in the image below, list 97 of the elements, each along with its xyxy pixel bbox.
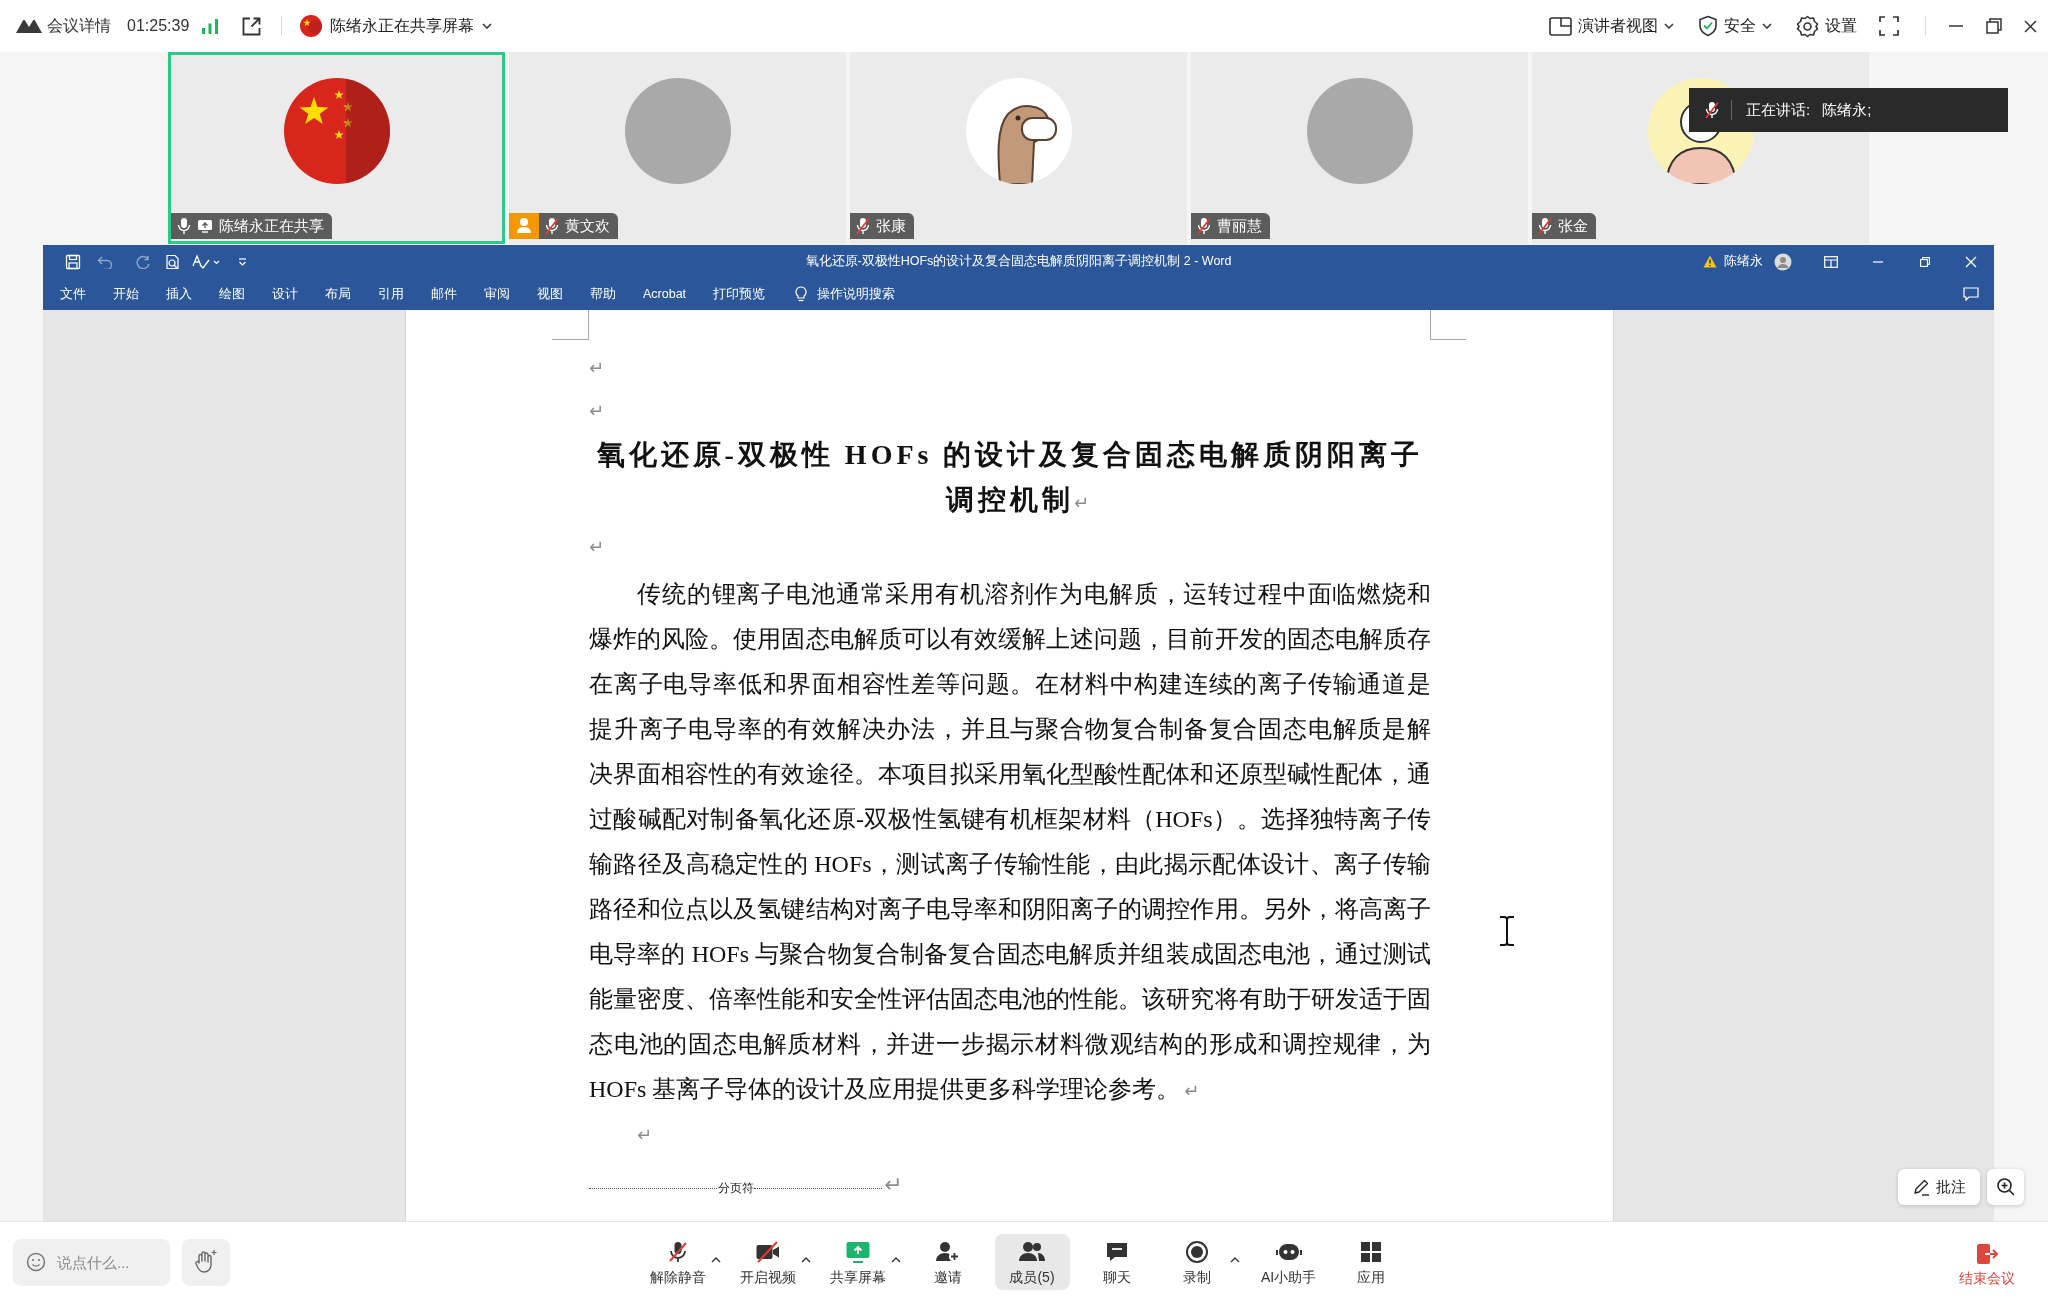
camera-off-icon bbox=[754, 1240, 781, 1264]
toolbar-button[interactable]: 开启视频 bbox=[734, 1234, 801, 1290]
ribbon-tab[interactable]: 视图 bbox=[537, 284, 563, 304]
presenter-view-button[interactable]: 演讲者视图 bbox=[1549, 15, 1674, 37]
ribbon-tab[interactable]: Acrobat bbox=[643, 284, 687, 304]
toolbar-button[interactable]: 邀请 bbox=[914, 1234, 981, 1290]
ribbon-display-icon[interactable] bbox=[1824, 255, 1838, 268]
pen-icon bbox=[1912, 1178, 1930, 1196]
ribbon-tab[interactable]: 文件 bbox=[60, 284, 86, 304]
ribbon-tab[interactable]: 打印预览 bbox=[713, 284, 766, 304]
chat-icon bbox=[1104, 1240, 1129, 1264]
external-link-icon[interactable] bbox=[241, 15, 263, 37]
presenter-view-icon bbox=[1549, 15, 1572, 37]
spell-check-icon[interactable] bbox=[192, 253, 220, 270]
zoom-in-icon[interactable] bbox=[1995, 1177, 2016, 1197]
paragraph-mark: ↵ bbox=[884, 1172, 903, 1197]
toolbar-button[interactable]: 应用 bbox=[1337, 1234, 1404, 1290]
close-icon[interactable] bbox=[2024, 19, 2037, 33]
caret-up-icon[interactable] bbox=[890, 1257, 901, 1263]
exit-icon bbox=[1976, 1242, 1998, 1265]
participant-name: 曹丽慧 bbox=[1217, 216, 1262, 236]
participant-name: 陈绪永正在共享 bbox=[219, 216, 324, 236]
ribbon-tab[interactable]: 设计 bbox=[272, 284, 298, 304]
signal-icon bbox=[201, 18, 220, 34]
screen-share-icon bbox=[844, 1240, 871, 1264]
account-button[interactable]: 陈绪永 bbox=[1724, 252, 1792, 271]
end-meeting-button[interactable]: 结束会议 bbox=[1959, 1236, 2015, 1288]
comment-icon[interactable] bbox=[1963, 287, 1979, 301]
window-title: 氧化还原-双极性HOFs的设计及复合固态电解质阴阳离子调控机制 2 - Word bbox=[805, 253, 1232, 270]
lightbulb-icon bbox=[795, 286, 808, 302]
print-preview-icon[interactable] bbox=[165, 253, 181, 270]
document-title: 氧化还原-双极性 HOFs 的设计及复合固态电解质阴阳离子 调控机制↵ bbox=[595, 438, 1425, 517]
toolbar-button[interactable]: 成员(5) bbox=[994, 1234, 1070, 1290]
ribbon-tab[interactable]: 审阅 bbox=[484, 284, 510, 304]
restore-icon[interactable] bbox=[1920, 256, 1930, 267]
participant-tile[interactable]: 张康 bbox=[850, 52, 1187, 244]
participant-tile[interactable]: 陈绪永正在共享 bbox=[168, 52, 505, 244]
body-paragraph: 传统的锂离子电池通常采用有机溶剂作为电解质，运转过程中面临燃烧和 爆炸的风险。使用固态电解质可以有效缓解上述问题，目前开发的固态电解质存 在离子电导率低和界面相容性差等问题。在材料中构建连续的离子传输通道是 提升离子电导率的有效解决办法，并且与聚合物复合制备复合固态电解质是解 决界面相容性的有效途径。本项目拟采用氧化型酸性配体和还原型碱性配体，通 过酸碱配对制备氧化还原-双极性氢键有机框架材料（HOFs）。选择独特离子传 输路径及高稳定性的 HOFs，测试离子传输性能，由此揭示配体设计、离子传输 路径和位点以及氢键结构对离子电导率和阴阳离子的调控作用。另外，将高离子 电导率的 HOFs 与聚合物复合制备复合固态电解质并组装成固态电池，通过测试 能量密度、倍率性能和安全性评估固态电池的性能。该研究将有助于研发适于固 态电池的固态电解质材料，并进一步揭示材料微观结构的形成和调控规律，为 HOFs 基离子导体的设计及应用提供更多科学理论参考。 ↵ bbox=[589, 580, 1431, 1104]
undo-icon[interactable] bbox=[97, 254, 113, 269]
security-button[interactable]: 安全 bbox=[1698, 15, 1772, 37]
shield-icon bbox=[1698, 15, 1718, 37]
flag-avatar-icon bbox=[300, 15, 323, 37]
caret-up-icon[interactable] bbox=[1229, 1257, 1240, 1263]
paragraph-mark: ↵ bbox=[589, 400, 605, 421]
logo-icon bbox=[15, 17, 43, 35]
ribbon-tab[interactable]: 开始 bbox=[113, 284, 139, 304]
participant-name: 张金 bbox=[1558, 216, 1588, 236]
toolbar-button[interactable]: 录制 bbox=[1163, 1234, 1230, 1290]
ribbon-tab[interactable]: 插入 bbox=[166, 284, 192, 304]
speaking-label: 正在讲话: bbox=[1746, 100, 1811, 120]
hand-icon bbox=[194, 1249, 218, 1275]
settings-button[interactable]: 设置 bbox=[1796, 14, 1857, 38]
page-break-label: 分页符 bbox=[717, 1180, 754, 1197]
user-avatar-icon bbox=[1774, 252, 1792, 271]
record-icon bbox=[1184, 1240, 1209, 1264]
participant-tile[interactable]: 黄文欢 bbox=[509, 52, 846, 244]
text-cursor-icon bbox=[1498, 915, 1516, 947]
chat-input-field[interactable]: 说点什么... bbox=[13, 1238, 170, 1286]
ribbon-tab[interactable]: 绘图 bbox=[219, 284, 245, 304]
crop-mark bbox=[552, 310, 589, 340]
paragraph-mark: ↵ bbox=[637, 1124, 653, 1145]
caret-up-icon[interactable] bbox=[710, 1257, 721, 1263]
toolbar-button[interactable]: 聊天 bbox=[1083, 1234, 1150, 1290]
people-icon bbox=[1018, 1240, 1046, 1264]
sharer-dropdown[interactable]: 陈绪永正在共享屏幕 bbox=[300, 15, 493, 37]
smiley-icon bbox=[26, 1251, 46, 1272]
fullscreen-icon[interactable] bbox=[1879, 16, 1899, 36]
add-person-icon bbox=[934, 1240, 961, 1264]
customize-icon[interactable] bbox=[238, 256, 247, 267]
participant-name: 黄文欢 bbox=[565, 216, 610, 236]
crop-mark bbox=[1430, 310, 1466, 340]
speaker-names: 陈绪永; bbox=[1822, 100, 1872, 120]
search-field[interactable]: 操作说明搜索 bbox=[817, 284, 898, 304]
ribbon-tab[interactable]: 帮助 bbox=[590, 284, 616, 304]
restore-icon[interactable] bbox=[1986, 18, 2002, 34]
caret-up-icon[interactable] bbox=[800, 1257, 811, 1263]
paragraph-mark: ↵ bbox=[589, 536, 605, 557]
raise-hand-button[interactable] bbox=[182, 1238, 230, 1286]
settings-icon bbox=[1796, 14, 1819, 38]
meeting-info-button[interactable]: 会议详情 bbox=[15, 15, 111, 37]
ribbon-tab[interactable]: 邮件 bbox=[431, 284, 457, 304]
participant-name: 张康 bbox=[876, 216, 906, 236]
save-icon[interactable] bbox=[65, 253, 81, 270]
meeting-timer: 01:25:39 bbox=[127, 17, 190, 35]
toolbar-button[interactable]: 解除静音 bbox=[644, 1234, 711, 1290]
warning-icon bbox=[1703, 255, 1717, 268]
toolbar-button[interactable]: AI小助手 bbox=[1253, 1234, 1324, 1290]
ribbon-tab[interactable]: 引用 bbox=[378, 284, 404, 304]
chevron-down-icon bbox=[482, 23, 493, 29]
toolbar-button[interactable]: 共享屏幕 bbox=[824, 1234, 891, 1290]
apps-icon bbox=[1358, 1240, 1383, 1264]
annotate-button[interactable]: 批注 bbox=[1898, 1169, 1980, 1205]
paragraph-mark: ↵ bbox=[589, 357, 605, 378]
redo-icon[interactable] bbox=[135, 254, 151, 269]
ribbon-tab[interactable]: 布局 bbox=[325, 284, 351, 304]
muted-mic-icon bbox=[1705, 101, 1719, 119]
participant-tile[interactable]: 曹丽慧 bbox=[1191, 52, 1528, 244]
